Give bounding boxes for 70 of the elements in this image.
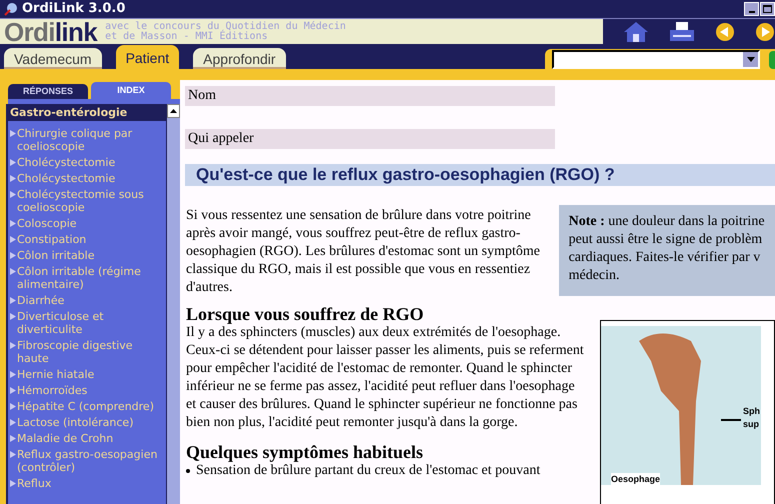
sidebar-item[interactable]: Diverticulose et diverticulite: [16, 308, 164, 337]
arrow-icon: [10, 313, 16, 320]
leader-line: [721, 419, 741, 421]
sidebar-item[interactable]: Hernie hiatale: [16, 366, 94, 382]
sidebar-item[interactable]: Cholécystectomie sous coelioscopie: [16, 186, 164, 215]
arrow-icon: [10, 451, 16, 458]
tab[interactable]: Approfondir: [193, 48, 286, 69]
figure-label: sup: [743, 418, 760, 431]
arrow-icon: [10, 297, 16, 304]
arrow-icon: [10, 387, 16, 394]
arrow-icon: [10, 371, 16, 378]
bullet-icon: [186, 469, 190, 473]
forward-button[interactable]: [755, 22, 775, 42]
home-icon[interactable]: [623, 20, 649, 42]
bullet-item: Sensation de brûlure partant du creux de l'estomac et pouvant: [186, 462, 600, 480]
article-title: Qu'est-ce que le reflux gastro-oesophagien (RGO) ?: [185, 164, 775, 186]
scrollbar[interactable]: [166, 104, 180, 504]
category-header: Gastro-entérologie: [8, 104, 166, 121]
arrow-icon: [10, 403, 16, 410]
subtab[interactable]: INDEX: [91, 82, 171, 99]
sidebar-item[interactable]: Hépatite C (comprendre): [16, 398, 154, 414]
sidebar-item[interactable]: Cholécystectomie: [16, 154, 116, 170]
subtab[interactable]: RÉPONSES: [8, 84, 88, 99]
arrow-icon: [10, 175, 16, 182]
sidebar-item[interactable]: Constipation: [16, 231, 86, 247]
sidebar-item[interactable]: Diarrhée: [16, 292, 64, 308]
sidebar-item[interactable]: Cholécystectomie: [16, 170, 116, 186]
arrow-icon: [10, 252, 16, 259]
sidebar-item[interactable]: Fibroscopie digestive haute: [16, 337, 164, 366]
arrow-icon: [10, 159, 16, 166]
intro-paragraph: Si vous ressentez une sensation de brûlure dans votre poitrine après avoir mangé, vous souffrez peut-être de reflux gastro-oesophagien (RGO). Les brûlures d'estomac sont un symptôme classique du RGO, mais il est possible que vous en ressentiez d'autres.: [186, 207, 542, 297]
sidebar-item[interactable]: Côlon irritable: [16, 247, 94, 263]
minimize-button[interactable]: [744, 2, 759, 16]
sidebar-item[interactable]: Côlon irritable (régime alimentaire): [16, 263, 164, 292]
logo: Ordilink: [4, 18, 98, 44]
window-title: OrdiLink 3.0.0: [22, 0, 126, 18]
note-text: Note : une douleur dans la poitrine peut aussi être le signe de problèm cardiaques. Faites-le vérifier par v médecin.: [568, 213, 766, 285]
section-heading: Quelques symptômes habituels: [186, 442, 424, 462]
sidebar-item[interactable]: Reflux gastro-oesopagien (contrôler): [16, 446, 164, 475]
figure-label: Sph: [743, 405, 760, 418]
sidebar-item[interactable]: Hémorroïdes: [16, 382, 88, 398]
arrow-icon: [10, 268, 16, 275]
arrow-icon: [10, 130, 16, 137]
banner-subtitle: et de Masson - MMI Éditions: [105, 32, 268, 42]
form-field[interactable]: Nom: [185, 86, 555, 106]
section-heading: Lorsque vous souffrez de RGO: [186, 304, 425, 324]
form-field[interactable]: Qui appeler: [185, 129, 555, 149]
up-arrow-icon: [170, 109, 177, 113]
tab[interactable]: Patient: [116, 45, 180, 69]
arrow-icon: [10, 419, 16, 426]
sidebar-item[interactable]: Maladie de Crohn: [16, 430, 114, 446]
sidebar-item[interactable]: Reflux: [16, 475, 52, 491]
caret-icon: [746, 57, 754, 62]
arrow-icon: [10, 480, 16, 487]
arrow-icon: [10, 220, 16, 227]
search-dropdown[interactable]: [552, 50, 760, 69]
banner-subtitle: avec le concours du Quotidien du Médecin: [105, 22, 346, 32]
back-button[interactable]: [715, 22, 735, 42]
sidebar-item[interactable]: Chirurgie colique par coelioscopie: [16, 125, 164, 154]
tab[interactable]: Vademecum: [4, 48, 102, 69]
sidebar-item[interactable]: Lactose (intolérance): [16, 414, 134, 430]
sidebar-item[interactable]: Coloscopie: [16, 215, 77, 231]
arrow-icon: [10, 191, 16, 198]
maximize-button[interactable]: [760, 2, 775, 16]
figure-label: Oesophage: [611, 473, 660, 486]
printer-icon[interactable]: [669, 20, 695, 42]
arrow-icon: [10, 236, 16, 243]
arrow-icon: [10, 342, 16, 349]
arrow-icon: [10, 435, 16, 442]
section-paragraph: Il y a des sphincters (muscles) aux deux extrémités de l'oesophage. Ceux-ci se détendent pour laisser passer les aliments, puis se referment pour empêcher l'acidité de l'estomac de remonter. Quand le sphincter inférieur ne se ferme pas assez, l'acidité peut refluer dans l'oesophage et causer des brûlures. Quand le sphincter supérieur ne fonctionne pas bien non plus, l'acidité peut remonter jusqu'à dans la gorge.: [186, 324, 585, 432]
